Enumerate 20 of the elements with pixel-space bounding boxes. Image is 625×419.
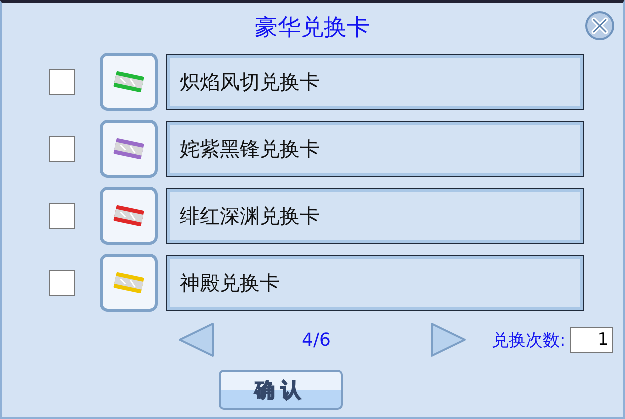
count-field[interactable]: 1	[570, 327, 613, 353]
card-slot-button[interactable]	[100, 187, 158, 245]
confirm-button[interactable]: 确认	[219, 370, 343, 410]
previous-arrow-icon[interactable]	[177, 322, 217, 358]
card-slot-button[interactable]	[100, 53, 158, 111]
checkbox[interactable]	[49, 270, 75, 296]
window-title: 豪华兑换卡	[255, 14, 370, 42]
card-name: 炽焰风切兑换卡	[180, 68, 320, 96]
card-name: 绯红深渊兑换卡	[180, 202, 320, 230]
checkbox[interactable]	[49, 69, 75, 95]
card-name: 姹紫黑锋兑换卡	[180, 136, 320, 162]
card-slot-button[interactable]	[100, 120, 158, 178]
checkbox[interactable]	[49, 136, 75, 162]
card-slot-button[interactable]	[100, 254, 158, 312]
next-arrow-icon[interactable]	[428, 322, 468, 358]
checkbox[interactable]	[49, 203, 75, 229]
exchange-count-label: 兑换次数:	[492, 330, 566, 352]
page-indicator: 4/6	[302, 330, 332, 350]
close-icon[interactable]	[585, 11, 615, 41]
card-name: 神殿兑换卡	[180, 270, 280, 296]
